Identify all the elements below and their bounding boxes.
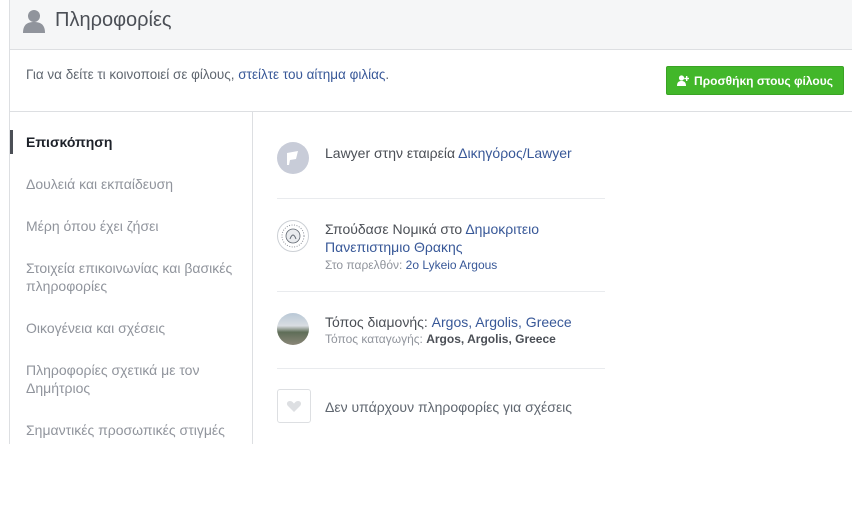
education-sub: Στο παρελθόν: 2ο Lykeio Argous — [325, 258, 497, 272]
divider — [277, 291, 605, 292]
sidebar-item-family[interactable]: Οικογένεια και σχέσεις — [26, 319, 241, 337]
education-row: Σπούδασε Νομικά στο Δημοκριτειο Πανεπιστ… — [277, 220, 605, 272]
add-friend-button[interactable]: Προσθήκη στους φίλους — [666, 66, 844, 95]
hometown-link[interactable]: Argos, Argolis, Greece — [426, 332, 556, 346]
current-city-link[interactable]: Argos, Argolis, Greece — [432, 314, 572, 330]
about-sidebar: Επισκόπηση Δουλειά και εκπαίδευση Μέρη ό… — [10, 112, 253, 444]
divider — [277, 368, 605, 369]
relationship-row: Δεν υπάρχουν πληροφορίες για σχέσεις — [277, 389, 605, 423]
city-photo-icon — [277, 313, 309, 345]
divider — [277, 198, 605, 199]
current-city-prefix: Τόπος διαμονής: — [325, 314, 432, 330]
page-title: Πληροφορίες — [55, 9, 172, 31]
school-link[interactable]: 2ο Lykeio Argous — [406, 258, 498, 272]
person-icon — [23, 10, 45, 33]
friend-request-notice: Για να δείτε τι κοινοποιεί σε φίλους, στ… — [10, 50, 852, 112]
education-text: Σπούδασε Νομικά στο Δημοκριτειο Πανεπιστ… — [325, 220, 555, 256]
university-logo-icon — [277, 220, 309, 252]
about-panel: Πληροφορίες Για να δείτε τι κοινοποιεί σ… — [9, 0, 852, 444]
work-row: Lawyer στην εταιρεία Δικηγόρος/Lawyer — [277, 142, 605, 176]
sidebar-item-details[interactable]: Πληροφορίες σχετικά με τον Δημήτριος — [26, 361, 241, 397]
briefcase-icon — [277, 142, 309, 174]
hometown-prefix: Τόπος καταγωγής: — [325, 332, 427, 346]
send-friend-request-link[interactable]: στείλτε του αίτημα φιλίας — [238, 67, 385, 82]
sidebar-item-overview[interactable]: Επισκόπηση — [26, 133, 241, 151]
relationship-text: Δεν υπάρχουν πληροφορίες για σχέσεις — [325, 399, 573, 415]
notice-prefix: Για να δείτε τι κοινοποιεί σε φίλους, — [26, 67, 239, 82]
current-city-text: Τόπος διαμονής: Argos, Argolis, Greece — [325, 313, 572, 331]
sidebar-item-life-events[interactable]: Σημαντικές προσωπικές στιγμές — [26, 421, 241, 439]
work-prefix: Lawyer στην εταιρεία — [325, 145, 459, 161]
add-friend-label: Προσθήκη στους φίλους — [694, 73, 833, 88]
sidebar-item-work-education[interactable]: Δουλειά και εκπαίδευση — [26, 175, 241, 193]
places-row: Τόπος διαμονής: Argos, Argolis, Greece Τ… — [277, 313, 605, 347]
work-text: Lawyer στην εταιρεία Δικηγόρος/Lawyer — [325, 144, 572, 162]
sidebar-item-places[interactable]: Μέρη όπου έχει ζήσει — [26, 217, 241, 235]
notice-text: Για να δείτε τι κοινοποιεί σε φίλους, στ… — [26, 67, 389, 82]
add-friend-icon — [677, 75, 690, 86]
education-prefix: Σπούδασε Νομικά στο — [325, 221, 466, 237]
hometown-value: Argos, Argolis, Greece — [426, 332, 556, 346]
notice-suffix: . — [385, 67, 390, 82]
education-sub-prefix: Στο παρελθόν: — [325, 258, 406, 272]
sidebar-item-contact-info[interactable]: Στοιχεία επικοινωνίας και βασικές πληροφ… — [26, 259, 241, 295]
heart-icon — [277, 389, 311, 423]
hometown-text: Τόπος καταγωγής: Argos, Argolis, Greece — [325, 332, 556, 346]
section-header: Πληροφορίες — [10, 0, 852, 50]
work-employer-link[interactable]: Δικηγόρος/Lawyer — [458, 145, 572, 161]
active-indicator — [10, 130, 13, 154]
